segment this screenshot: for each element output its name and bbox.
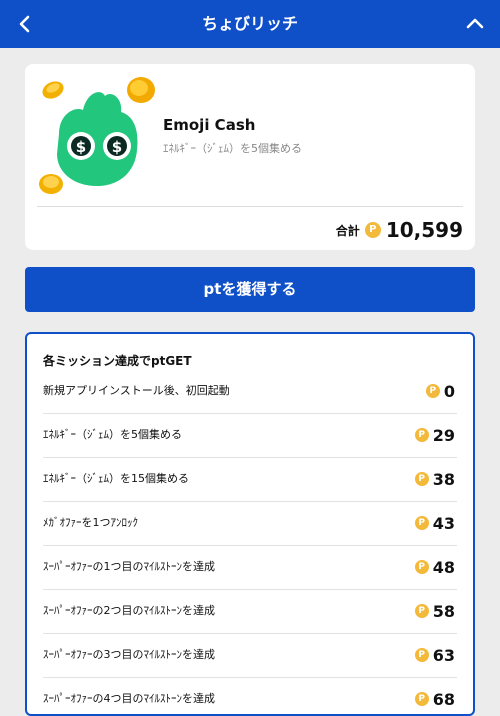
mission-row: ｽｰﾊﾟｰｵﾌｧｰの3つ目のﾏｲﾙｽﾄｰﾝを達成 P 63 <box>43 634 457 678</box>
point-coin-icon: P <box>414 428 429 442</box>
divider <box>37 206 463 207</box>
mission-row: ｽｰﾊﾟｰｵﾌｧｰの1つ目のﾏｲﾙｽﾄｰﾝを達成 P 48 <box>43 546 457 590</box>
point-coin-icon: P <box>364 222 381 238</box>
mission-points: P 43 <box>414 502 455 544</box>
mission-points-value: 29 <box>432 425 455 445</box>
mission-points-value: 48 <box>432 557 455 577</box>
mission-points-value: 43 <box>432 513 455 533</box>
svg-text:$: $ <box>76 138 86 156</box>
mission-label: ｽｰﾊﾟｰｵﾌｧｰの3つ目のﾏｲﾙｽﾄｰﾝを達成 <box>43 648 215 661</box>
mission-points-value: 38 <box>432 469 455 489</box>
mission-label: ｴﾈﾙｷﾞｰ（ｼﾞｪﾑ）を5個集める <box>43 428 182 441</box>
point-coin-icon: P <box>414 472 429 486</box>
mission-points: P 63 <box>414 634 455 676</box>
coin-decoration-icon <box>127 77 155 103</box>
mission-label: 新規アプリインストール後、初回起動 <box>43 384 230 397</box>
total-points: 合計 P 10,599 <box>336 218 463 242</box>
get-points-button[interactable]: ptを獲得する <box>25 267 475 312</box>
mission-points-value: 0 <box>443 381 455 401</box>
mission-points-value: 68 <box>432 689 455 709</box>
mission-points-value: 63 <box>432 645 455 665</box>
point-coin-icon: P <box>414 560 429 574</box>
app-name: Emoji Cash <box>163 116 256 134</box>
point-coin-icon: P <box>414 516 429 530</box>
point-coin-icon: P <box>425 384 440 398</box>
coin-decoration-icon <box>42 81 64 99</box>
mission-label: ｽｰﾊﾟｰｵﾌｧｰの2つ目のﾏｲﾙｽﾄｰﾝを達成 <box>43 604 215 617</box>
svg-text:$: $ <box>112 138 122 156</box>
mission-points: P 38 <box>414 458 455 500</box>
mission-points: P 29 <box>414 414 455 456</box>
total-label: 合計 <box>335 223 360 238</box>
mission-row: ｴﾈﾙｷﾞｰ（ｼﾞｪﾑ）を15個集める P 38 <box>43 458 457 502</box>
mission-points: P0 <box>425 370 455 412</box>
mission-row: 新規アプリインストール後、初回起動 P 0 <box>43 370 457 414</box>
app-card: $ $ Emoji Cash ｴﾈﾙｷﾞｰ（ｼﾞｪﾑ）を5個集める 合計 P 1… <box>25 64 475 250</box>
mission-points: P 58 <box>414 590 455 632</box>
mission-row: ｽｰﾊﾟｰｵﾌｧｰの4つ目のﾏｲﾙｽﾄｰﾝを達成 P 68 <box>43 678 457 714</box>
app-header: ちょびリッチ <box>0 0 500 48</box>
mission-row: ｽｰﾊﾟｰｵﾌｧｰの2つ目のﾏｲﾙｽﾄｰﾝを達成 P 58 <box>43 590 457 634</box>
mission-row: ｴﾈﾙｷﾞｰ（ｼﾞｪﾑ）を5個集める P 29 <box>43 414 457 458</box>
coin-decoration-icon <box>39 174 63 194</box>
mission-points: P 48 <box>414 546 455 588</box>
app-description: ｴﾈﾙｷﾞｰ（ｼﾞｪﾑ）を5個集める <box>163 142 302 155</box>
chevron-up-icon[interactable] <box>464 13 486 35</box>
missions-title: 各ミッション達成でptGET <box>43 354 192 368</box>
mission-label: ﾒｶﾞｵﾌｧｰを1つｱﾝﾛｯｸ <box>43 516 138 529</box>
mission-list: 新規アプリインストール後、初回起動 P 0 ｴﾈﾙｷﾞｰ（ｼﾞｪﾑ）を5個集める P 29… <box>43 370 457 714</box>
mission-label: ｴﾈﾙｷﾞｰ（ｼﾞｪﾑ）を15個集める <box>43 472 189 485</box>
missions-panel: 各ミッション達成でptGET 新規アプリインストール後、初回起動 P 0 ｴﾈﾙｷﾞｰ… <box>25 332 475 716</box>
total-value: 10,599 <box>385 218 463 242</box>
page-title: ちょびリッチ <box>201 14 298 33</box>
mission-label: ｽｰﾊﾟｰｵﾌｧｰの1つ目のﾏｲﾙｽﾄｰﾝを達成 <box>43 560 215 573</box>
point-coin-icon: P <box>414 604 429 618</box>
point-coin-icon: P <box>414 648 429 662</box>
mission-points-value: 58 <box>432 601 455 621</box>
mission-row: ﾒｶﾞｵﾌｧｰを1つｱﾝﾛｯｸ P 43 <box>43 502 457 546</box>
emoji-cash-app-icon: $ $ <box>39 76 157 196</box>
mission-label: ｽｰﾊﾟｰｵﾌｧｰの4つ目のﾏｲﾙｽﾄｰﾝを達成 <box>43 692 215 705</box>
point-coin-icon: P <box>414 692 429 706</box>
mission-points: P 68 <box>414 678 455 714</box>
